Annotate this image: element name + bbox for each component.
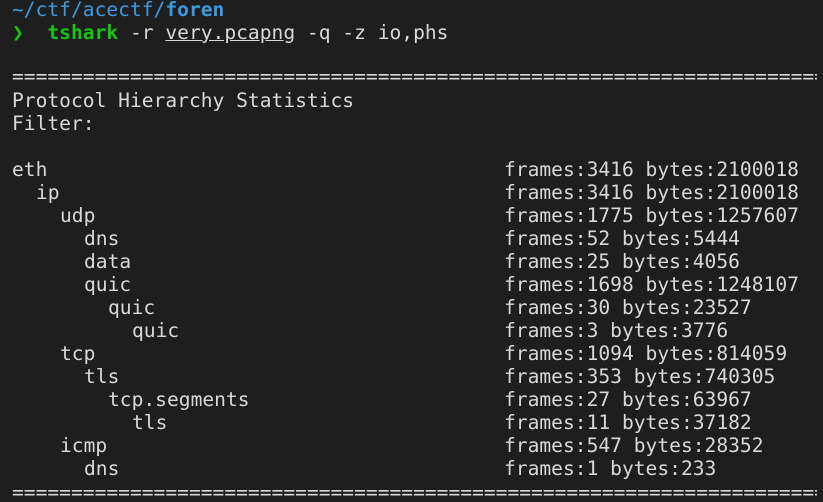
- protocol-stats: frames:30 bytes:23527: [504, 296, 752, 319]
- command-args-before: -r: [129, 21, 154, 44]
- separator-top: ========================================…: [12, 65, 817, 88]
- path-prefix: ~/ctf/acectf/: [12, 0, 166, 21]
- protocol-name: ip: [36, 181, 60, 204]
- protocol-name: quic: [108, 296, 156, 319]
- protocol-name: tls: [84, 365, 120, 388]
- protocol-name: quic: [84, 273, 132, 296]
- protocol-name: icmp: [60, 434, 108, 457]
- protocol-stats: frames:1094 bytes:814059: [504, 342, 788, 365]
- prompt-path: ~/ctf/acectf/foren: [12, 0, 224, 21]
- command-file-argument[interactable]: very.pcapng: [165, 21, 295, 44]
- output-title: Protocol Hierarchy Statistics: [12, 89, 355, 112]
- protocol-name: dns: [84, 457, 120, 480]
- protocol-name: eth: [12, 158, 48, 181]
- protocol-stats: frames:52 bytes:5444: [504, 227, 740, 250]
- protocol-stats: frames:3416 bytes:2100018: [504, 181, 799, 204]
- protocol-name: tcp: [60, 342, 96, 365]
- protocol-stats: frames:27 bytes:63967: [504, 388, 752, 411]
- protocol-name: quic: [132, 319, 180, 342]
- protocol-stats: frames:3 bytes:3776: [504, 319, 729, 342]
- command-name: tshark: [47, 21, 119, 44]
- protocol-stats: frames:1775 bytes:1257607: [504, 204, 799, 227]
- protocol-stats: frames:25 bytes:4056: [504, 250, 740, 273]
- terminal-window[interactable]: ~/ctf/acectf/foren ❯ tshark -r very.pcap…: [0, 0, 823, 502]
- protocol-stats: frames:11 bytes:37182: [504, 411, 752, 434]
- separator-bottom: ========================================…: [12, 481, 817, 502]
- protocol-stats: frames:547 bytes:28352: [504, 434, 764, 457]
- protocol-stats: frames:1 bytes:233: [504, 457, 717, 480]
- command-line[interactable]: ❯ tshark -r very.pcapng -q -z io,phs: [12, 21, 448, 44]
- protocol-name: data: [84, 250, 132, 273]
- prompt-chevron-icon: ❯: [12, 21, 24, 44]
- protocol-stats: frames:353 bytes:740305: [504, 365, 776, 388]
- protocol-stats: frames:3416 bytes:2100018: [504, 158, 799, 181]
- protocol-name: tls: [132, 411, 168, 434]
- protocol-name: dns: [84, 227, 120, 250]
- path-current-dir: foren: [165, 0, 225, 21]
- protocol-stats: frames:1698 bytes:1248107: [504, 273, 799, 296]
- filter-label: Filter:: [12, 112, 95, 135]
- protocol-name: udp: [60, 204, 96, 227]
- command-args-after: -q -z io,phs: [306, 21, 449, 44]
- protocol-name: tcp.segments: [108, 388, 250, 411]
